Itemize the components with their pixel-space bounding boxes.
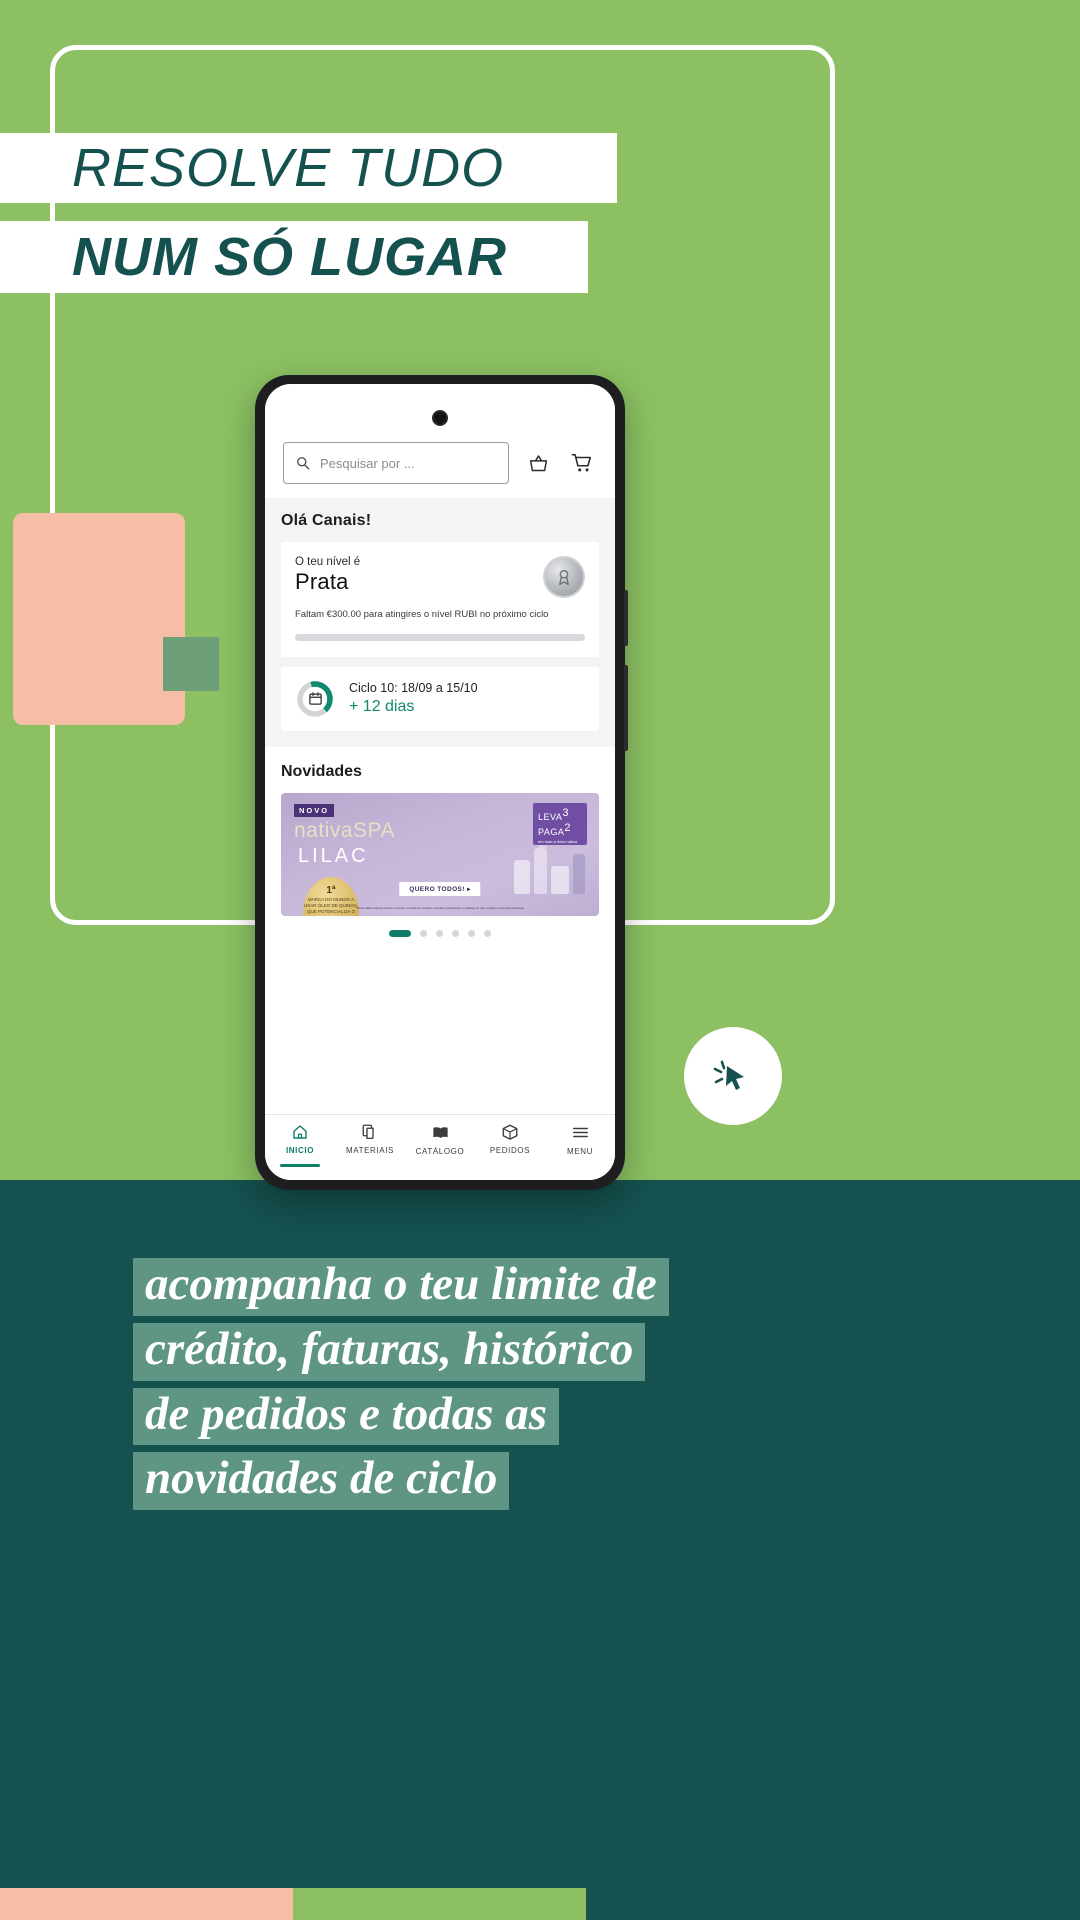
cart-icon — [571, 453, 592, 472]
pager-dot[interactable] — [484, 929, 491, 937]
poster-stage: RESOLVE TUDO NUM SÓ LUGAR acompanha o te… — [0, 0, 1080, 1920]
promo-new-tag: NOVO — [294, 803, 335, 817]
nav-label-catalogo: CATÁLOGO — [415, 1147, 465, 1156]
promo-leva-num: 3 — [562, 806, 569, 819]
caption-text: acompanha o teu limite de — [145, 1258, 657, 1310]
nav-label-materiais: MATERIAIS — [346, 1146, 394, 1155]
documents-icon — [362, 1124, 374, 1140]
nav-label-inicio: INICIO — [285, 1146, 315, 1155]
nav-label-menu: MENU — [567, 1147, 593, 1156]
headline-bar-1: RESOLVE TUDO — [0, 133, 617, 203]
carousel-pager[interactable] — [281, 915, 599, 937]
cycle-range: Ciclo 10: 18/09 a 15/10 — [349, 681, 478, 696]
promo-paga-num: 2 — [564, 821, 571, 834]
level-name: Prata — [295, 569, 349, 594]
decorative-square-green — [163, 637, 219, 691]
greeting-text: Olá Canais! — [281, 512, 372, 529]
promo-paga: PAGA — [538, 826, 565, 837]
level-label: O teu nível é — [295, 556, 361, 568]
nav-label-pedidos: PEDIDOS — [489, 1146, 531, 1155]
news-title: Novidades — [281, 762, 362, 780]
app-header: Pesquisar por ... — [265, 384, 615, 498]
level-card-texts: O teu nível é Prata — [295, 556, 360, 595]
pager-dot-active[interactable] — [389, 929, 411, 937]
home-icon — [293, 1125, 307, 1139]
nav-item-menu[interactable]: MENU — [545, 1123, 615, 1156]
nav-item-materiais[interactable]: MATERIAIS — [335, 1123, 405, 1155]
promo-legal-text: *Oferta válida enquanto durarem os stock… — [355, 906, 525, 910]
bottom-color-strip — [0, 1888, 1080, 1920]
promo-brand: nativaSPA — [294, 818, 395, 842]
nav-item-pedidos[interactable]: PEDIDOS — [475, 1123, 545, 1155]
strip-green — [293, 1888, 586, 1920]
level-progress-bar — [295, 633, 585, 641]
promo-product-line: LILAC — [298, 844, 369, 867]
pager-dot[interactable] — [420, 929, 427, 937]
box-icon — [502, 1124, 518, 1140]
nav-item-catalogo[interactable]: CATÁLOGO — [405, 1123, 475, 1156]
pager-dot[interactable] — [452, 929, 459, 937]
front-camera-icon — [432, 410, 448, 426]
promo-seal-rank: 1ª — [326, 884, 336, 896]
decorative-square-peach — [13, 513, 185, 725]
basket-button[interactable] — [523, 448, 553, 478]
caption-block: acompanha o teu limite de crédito, fatur… — [133, 1258, 893, 1517]
search-input[interactable]: Pesquisar por ... — [283, 442, 509, 484]
level-card-header: O teu nível é Prata — [295, 556, 585, 598]
hamburger-icon — [572, 1127, 588, 1138]
promo-leva: LEVA — [538, 811, 563, 822]
headline-line-1: RESOLVE TUDO — [72, 138, 505, 198]
phone-mockup: Pesquisar por ... Olá Canais! O teu níve… — [255, 375, 628, 1190]
product-bottle — [534, 847, 547, 894]
news-section: Novidades NOVO nativaSPA LILAC 1ª MARCA … — [265, 746, 615, 937]
cycle-card[interactable]: Ciclo 10: 18/09 a 15/10 + 12 dias — [281, 666, 599, 731]
cycle-texts: Ciclo 10: 18/09 a 15/10 + 12 dias — [349, 681, 478, 716]
promo-product-shots — [514, 847, 585, 894]
calendar-icon — [308, 692, 322, 706]
caption-line: novidades de ciclo — [133, 1452, 510, 1511]
search-placeholder: Pesquisar por ... — [320, 455, 415, 471]
product-bottle — [514, 859, 530, 894]
medal-inner-icon — [559, 569, 569, 586]
promo-offer-line2: PAGA2 — [538, 822, 582, 837]
promo-offer-small: em toda a linha nativa SPA* — [538, 838, 578, 849]
level-card[interactable]: O teu nível é Prata Faltam €300.00 para … — [281, 542, 599, 657]
phone-screen: Pesquisar por ... Olá Canais! O teu níve… — [265, 384, 615, 1180]
cycle-donut — [295, 679, 335, 719]
pager-dot[interactable] — [436, 929, 443, 937]
nav-item-inicio[interactable]: INICIO — [265, 1123, 335, 1167]
caption-line: de pedidos e todas as — [133, 1387, 560, 1446]
dashboard-section: Olá Canais! O teu nível é Prata Faltam €… — [265, 498, 615, 747]
cart-button[interactable] — [567, 448, 597, 478]
caption-line: acompanha o teu limite de — [133, 1258, 669, 1316]
strip-teal — [586, 1888, 1080, 1920]
promo-offer-line1: LEVA3 — [538, 807, 582, 822]
basket-icon — [529, 454, 547, 471]
caption-text: crédito, faturas, histórico — [145, 1322, 634, 1375]
cursor-click-icon — [713, 1060, 744, 1090]
pager-dot[interactable] — [468, 929, 475, 937]
caption-line: crédito, faturas, histórico — [133, 1322, 646, 1381]
promo-cta-button[interactable]: QUERO TODOS! ▸ — [399, 881, 481, 896]
strip-peach — [0, 1888, 293, 1920]
level-message: Faltam €300.00 para atingires o nível RU… — [295, 609, 549, 620]
caption-text: novidades de ciclo — [145, 1452, 498, 1505]
headline-line-2: NUM SÓ LUGAR — [72, 227, 507, 287]
cycle-remaining: + 12 dias — [349, 698, 415, 716]
click-cursor-badge — [684, 1027, 782, 1125]
search-icon — [297, 457, 310, 470]
promo-offer-badge: LEVA3 PAGA2 em toda a linha nativa SPA* — [533, 802, 587, 849]
caption-text: de pedidos e todas as — [145, 1387, 548, 1440]
bottom-navigation: INICIO MATERIAIS CATÁLOGO PEDIDOS MENU — [265, 1114, 615, 1180]
product-tube — [551, 865, 569, 894]
headline-bar-2: NUM SÓ LUGAR — [0, 221, 588, 293]
product-bottle — [573, 853, 585, 894]
promo-banner[interactable]: NOVO nativaSPA LILAC 1ª MARCA DO MUNDO A… — [281, 792, 599, 916]
medal-icon — [543, 556, 585, 598]
book-icon — [432, 1127, 448, 1139]
